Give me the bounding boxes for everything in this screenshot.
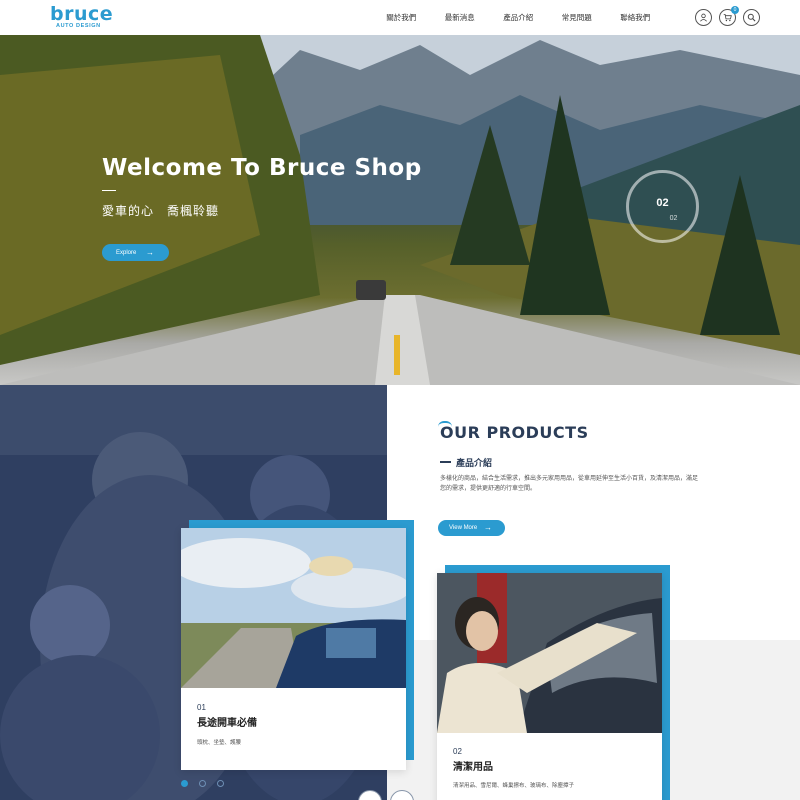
slide-indicator[interactable]: 02 02 (626, 170, 699, 243)
products-subheading: 產品介紹 (456, 458, 493, 468)
hero-subtitle: 愛車的心 喬楓聆聽 (102, 204, 220, 218)
product-card[interactable]: 01 長途開車必備 頭枕、坐墊、護腰 (181, 528, 406, 770)
account-button[interactable] (695, 9, 712, 26)
nav-products[interactable]: 產品介紹 (489, 11, 548, 25)
nav-about[interactable]: 關於我們 (372, 11, 431, 25)
card-image (181, 528, 406, 688)
view-more-label: View More (449, 525, 478, 531)
hero-banner: Welcome To Bruce Shop 愛車的心 喬楓聆聽 Explore … (0, 35, 800, 385)
nav-faq[interactable]: 常見問題 (548, 11, 607, 25)
cart-icon (723, 13, 732, 22)
card-number: 02 (453, 747, 462, 756)
hero-title: Welcome To Bruce Shop (102, 155, 422, 181)
products-description: 多樣化的商品，結合生活需求，推出多元家用用品，從車用延伸至生活小百貨，及清潔用品… (440, 476, 699, 492)
products-heading: OUR PRODUCTS (440, 423, 589, 442)
view-more-button[interactable]: View More → (438, 520, 505, 536)
carousel-dot[interactable] (217, 780, 224, 787)
slide-current: 02 (656, 197, 669, 209)
card-tags: 清潔用品、雪尼爾、蜂巢擦布、玻璃布、除塵撢子 (453, 783, 575, 789)
slide-total: 02 (669, 215, 678, 222)
card-tags: 頭枕、坐墊、護腰 (197, 740, 242, 746)
search-icon (747, 13, 756, 22)
brand-logo[interactable]: bruce AUTO DESIGN (50, 3, 114, 32)
subheading-dash (440, 461, 451, 463)
card-title: 清潔用品 (453, 762, 493, 773)
card-title: 長途開車必備 (197, 718, 257, 729)
product-card[interactable]: 02 清潔用品 清潔用品、雪尼爾、蜂巢擦布、玻璃布、除塵撢子 (437, 573, 662, 800)
carousel-dot[interactable] (199, 780, 206, 787)
explore-button-label: Explore (116, 249, 137, 256)
search-button[interactable] (743, 9, 760, 26)
cart-button[interactable]: 0 (719, 6, 739, 26)
hero-divider (102, 190, 116, 191)
explore-button[interactable]: Explore → (102, 244, 169, 261)
arrow-right-icon: → (146, 248, 154, 257)
card-number: 01 (197, 703, 206, 712)
nav-news[interactable]: 最新消息 (431, 11, 490, 25)
nav-contact[interactable]: 聯絡我們 (606, 11, 665, 25)
arrow-right-icon: → (484, 523, 492, 532)
user-icon (700, 13, 707, 22)
card-image (437, 573, 662, 733)
site-header: bruce AUTO DESIGN 關於我們 最新消息 產品介紹 常見問題 聯絡… (0, 0, 800, 35)
main-nav: 關於我們 最新消息 產品介紹 常見問題 聯絡我們 (372, 11, 665, 25)
cart-count-badge: 0 (731, 6, 739, 14)
logo-wordmark: bruce (50, 3, 114, 25)
carousel-dot-active[interactable] (181, 780, 188, 787)
